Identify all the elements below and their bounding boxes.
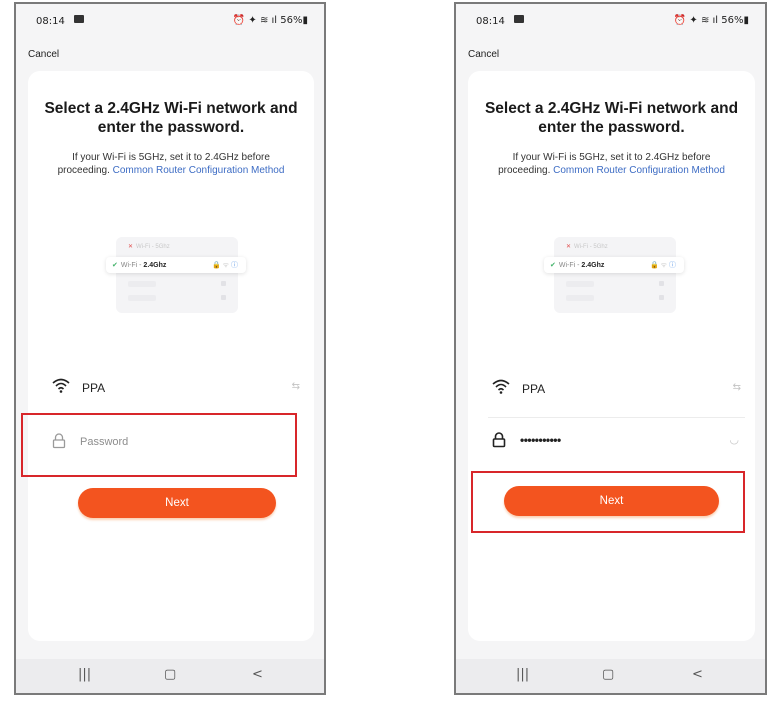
status-time: 08:14: [476, 16, 505, 27]
status-bar: 08:14 ⏰ ✦ ≋ ıl 56%▮: [16, 4, 324, 34]
wifi-icon: [492, 379, 510, 398]
field-divider: [488, 417, 745, 418]
password-field[interactable]: ••••••••••• ◡: [492, 432, 745, 452]
check-icon: ✔: [112, 262, 118, 269]
eye-hidden-icon[interactable]: ◡: [729, 433, 739, 446]
wifi-icon: [52, 378, 70, 397]
content-card: Select a 2.4GHz Wi-Fi network and enter …: [28, 71, 314, 641]
page-title: Select a 2.4GHz Wi-Fi network and enter …: [44, 100, 298, 136]
illustration-wifi-24ghz: ✔ Wi-Fi - 2.4Ghz 🔒 ᯤ ⓘ: [106, 257, 246, 273]
check-icon: ✔: [550, 262, 556, 269]
gallery-icon: [514, 15, 524, 23]
status-time: 08:14: [36, 16, 65, 27]
network-ssid: PPA: [522, 382, 546, 396]
switch-network-icon[interactable]: ⇆: [292, 381, 300, 392]
highlight-next-box: [471, 471, 745, 533]
status-icons: ⏰ ✦ ≋ ıl 56%▮: [674, 15, 749, 26]
lock-icon: [492, 432, 506, 451]
info-icon: ⓘ: [669, 262, 676, 269]
battery-percent: 56%: [721, 15, 744, 26]
system-nav-bar: ||| ▢ <: [16, 659, 324, 693]
alarm-icon: ⏰ ✦ ≋ ıl: [673, 15, 722, 26]
recents-button[interactable]: |||: [516, 667, 529, 682]
illustration-placeholder-bar: [566, 281, 594, 287]
home-button[interactable]: ▢: [164, 667, 176, 682]
phone-screen-left: 08:14 ⏰ ✦ ≋ ıl 56%▮ Cancel Select a 2.4G…: [14, 2, 326, 695]
illustration-row-icons: 🔒 ᯤ ⓘ: [212, 262, 238, 269]
illustration-placeholder-bar: [566, 295, 594, 301]
home-button[interactable]: ▢: [602, 667, 614, 682]
illustration-wifi-5ghz: ✕ Wi-Fi - 5Ghz: [566, 244, 608, 250]
illustration-wifi-5ghz: ✕ Wi-Fi - 5Ghz: [128, 244, 170, 250]
gallery-icon: [74, 15, 84, 23]
battery-percent: 56%: [280, 15, 303, 26]
battery-icon: ▮: [302, 15, 308, 26]
illustration-placeholder-dot: [221, 295, 226, 300]
status-bar: 08:14 ⏰ ✦ ≋ ıl 56%▮: [456, 4, 765, 34]
content-card: Select a 2.4GHz Wi-Fi network and enter …: [468, 71, 755, 641]
router-config-link[interactable]: Common Router Configuration Method: [553, 165, 725, 176]
network-row[interactable]: PPA ⇆: [52, 378, 304, 398]
back-button[interactable]: <: [252, 667, 263, 682]
info-icon: ⓘ: [231, 262, 238, 269]
router-config-link[interactable]: Common Router Configuration Method: [113, 165, 285, 176]
highlight-password-box: [21, 413, 297, 477]
illustration-row-icons: 🔒 ᯤ ⓘ: [650, 262, 676, 269]
wifi-illustration: ✕ Wi-Fi - 5Ghz ✔ Wi-Fi - 2.4Ghz 🔒 ᯤ ⓘ: [106, 237, 246, 317]
switch-network-icon[interactable]: ⇆: [733, 382, 741, 393]
illustration-placeholder-bar: [128, 295, 156, 301]
status-icons: ⏰ ✦ ≋ ıl 56%▮: [233, 15, 308, 26]
cancel-button[interactable]: Cancel: [468, 49, 499, 60]
subtitle: If your Wi-Fi is 5GHz, set it to 2.4GHz …: [48, 151, 294, 177]
illustration-placeholder-bar: [128, 281, 156, 287]
cross-icon: ✕: [566, 244, 572, 250]
recents-button[interactable]: |||: [78, 667, 91, 682]
network-ssid: PPA: [82, 381, 106, 395]
back-button[interactable]: <: [692, 667, 703, 682]
illustration-placeholder-dot: [659, 281, 664, 286]
illustration-wifi-24ghz: ✔ Wi-Fi - 2.4Ghz 🔒 ᯤ ⓘ: [544, 257, 684, 273]
subtitle: If your Wi-Fi is 5GHz, set it to 2.4GHz …: [488, 151, 735, 177]
cancel-button[interactable]: Cancel: [28, 49, 59, 60]
illustration-placeholder-dot: [659, 295, 664, 300]
phone-screen-right: 08:14 ⏰ ✦ ≋ ıl 56%▮ Cancel Select a 2.4G…: [454, 2, 767, 695]
system-nav-bar: ||| ▢ <: [456, 659, 765, 693]
network-row[interactable]: PPA ⇆: [492, 379, 745, 399]
password-value: •••••••••••: [520, 433, 561, 447]
illustration-placeholder-dot: [221, 281, 226, 286]
battery-icon: ▮: [743, 15, 749, 26]
next-button[interactable]: Next: [78, 488, 276, 518]
wifi-illustration: ✕ Wi-Fi - 5Ghz ✔ Wi-Fi - 2.4Ghz 🔒 ᯤ ⓘ: [544, 237, 684, 317]
page-title: Select a 2.4GHz Wi-Fi network and enter …: [484, 100, 739, 136]
alarm-icon: ⏰ ✦ ≋ ıl: [232, 15, 281, 26]
cross-icon: ✕: [128, 244, 134, 250]
